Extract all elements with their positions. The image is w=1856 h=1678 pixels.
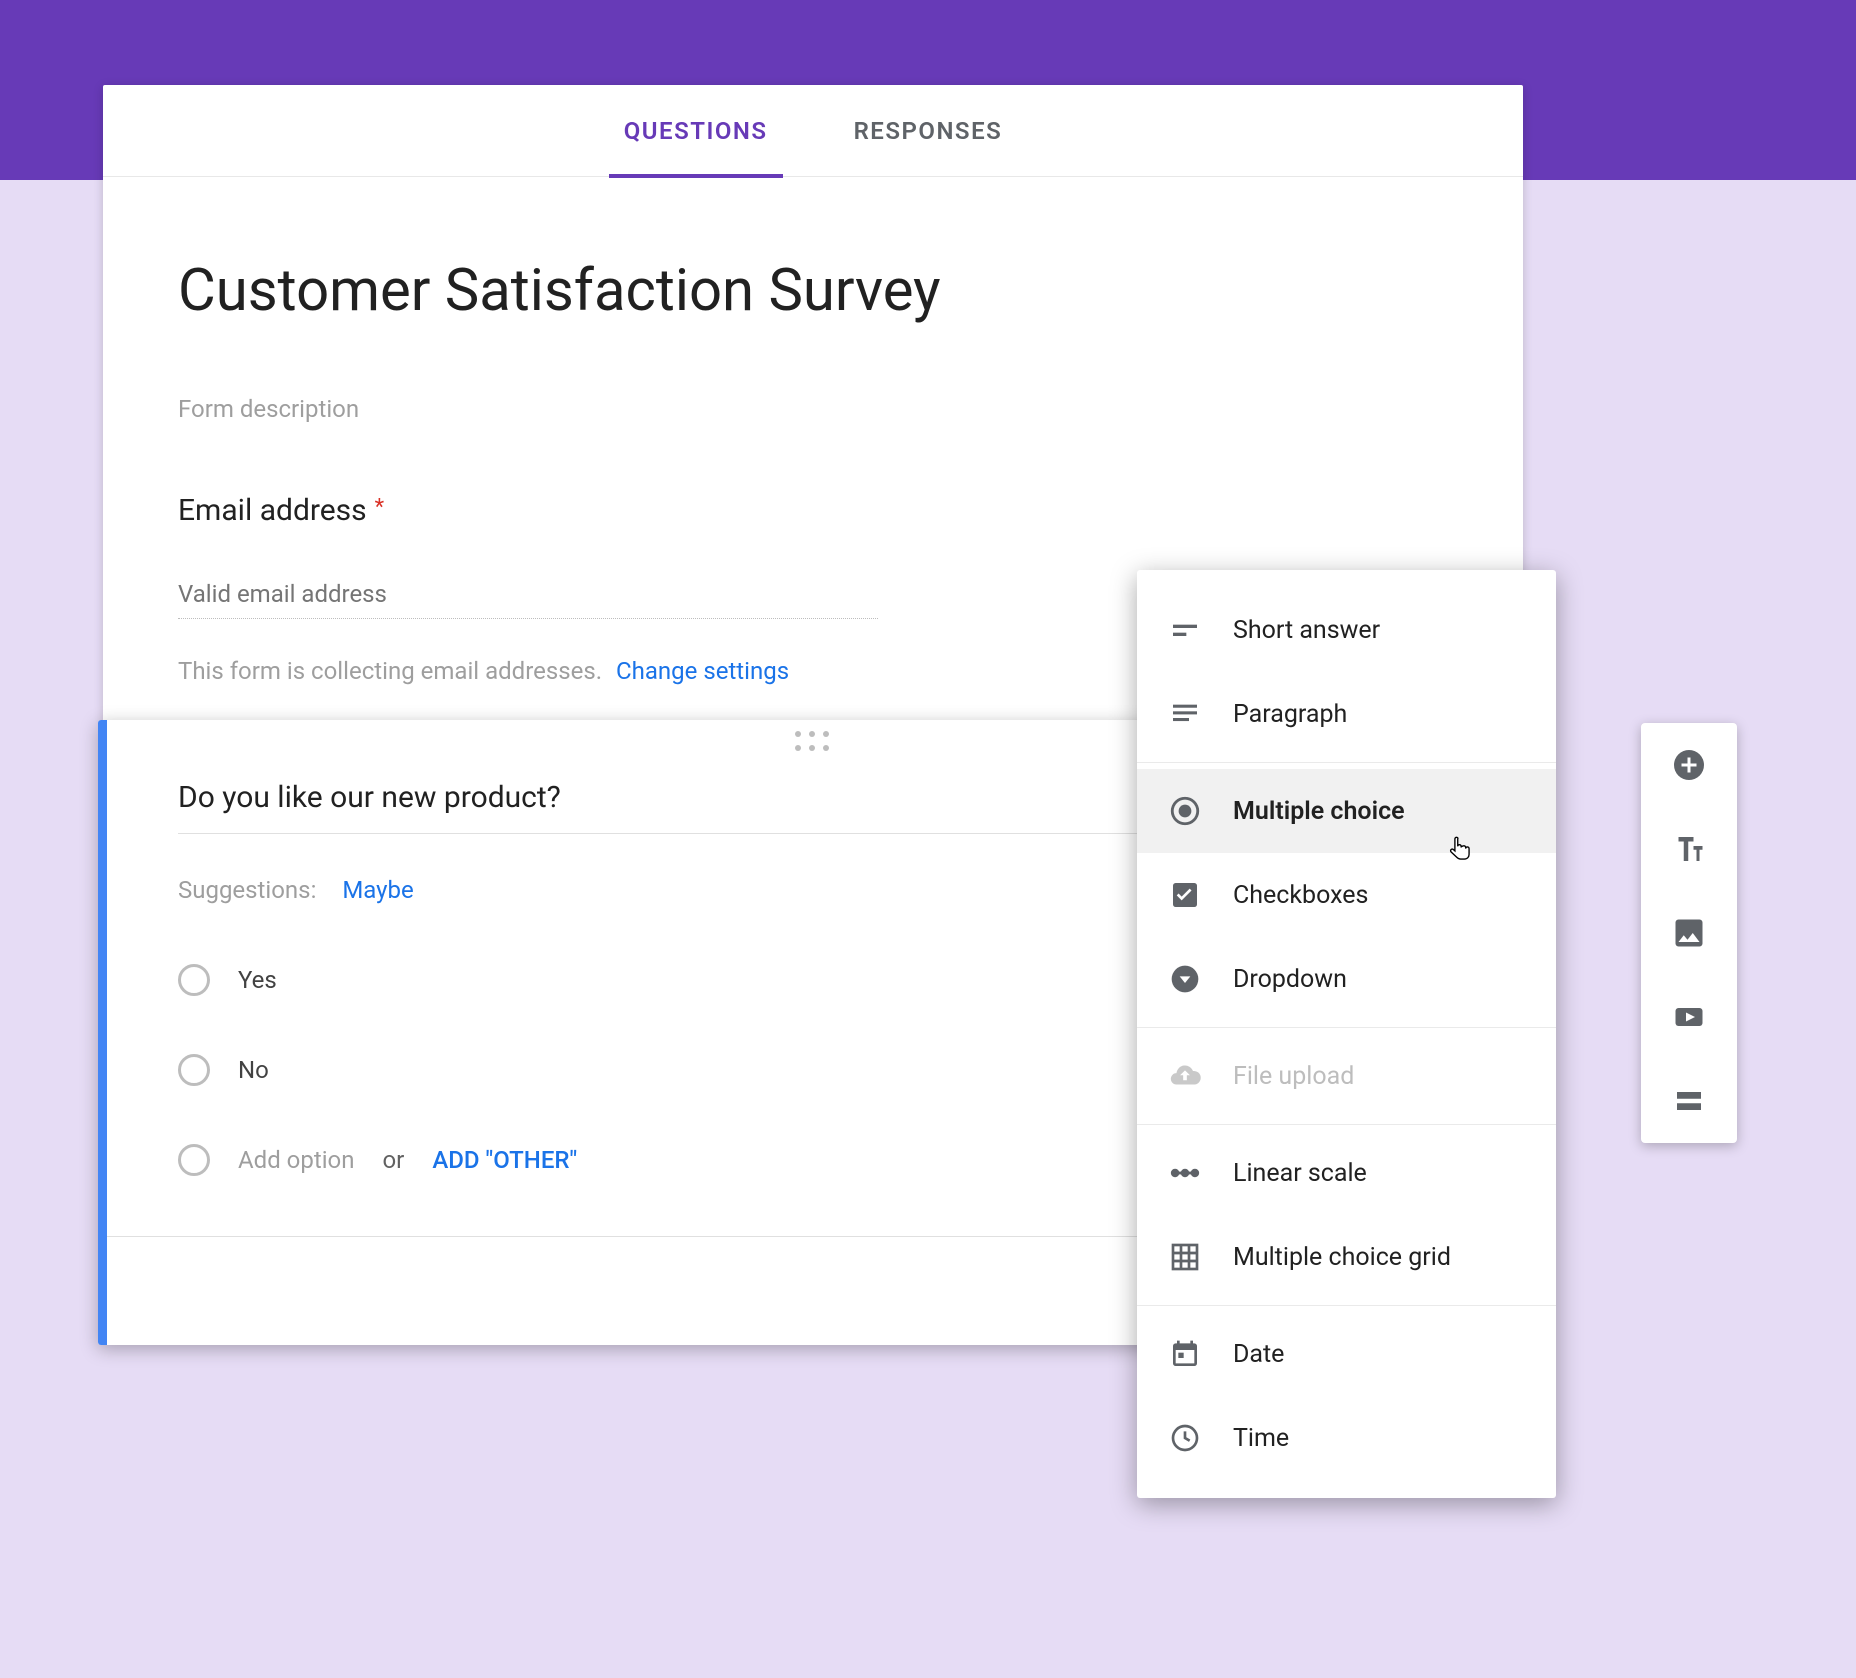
or-text: or xyxy=(382,1146,404,1174)
question-type-dropdown: Short answer Paragraph Multiple choice C… xyxy=(1137,570,1556,1498)
calendar-icon xyxy=(1167,1336,1203,1372)
radio-selected-icon xyxy=(1167,793,1203,829)
text-icon xyxy=(1671,831,1707,867)
type-file-upload: File upload xyxy=(1137,1034,1556,1118)
floating-toolbar xyxy=(1641,723,1737,1143)
suggestions-label: Suggestions: xyxy=(178,876,316,904)
paragraph-icon xyxy=(1167,696,1203,732)
tabs-bar: QUESTIONS RESPONSES xyxy=(103,85,1523,177)
image-icon xyxy=(1671,915,1707,951)
type-label: File upload xyxy=(1233,1062,1354,1091)
type-linear-scale[interactable]: Linear scale xyxy=(1137,1131,1556,1215)
radio-icon xyxy=(178,1144,210,1176)
change-settings-link[interactable]: Change settings xyxy=(616,657,789,685)
type-label: Checkboxes xyxy=(1233,881,1368,910)
email-note-text: This form is collecting email addresses. xyxy=(178,657,602,685)
add-other-button[interactable]: ADD "OTHER" xyxy=(432,1146,577,1174)
cloud-upload-icon xyxy=(1167,1058,1203,1094)
tab-questions[interactable]: QUESTIONS xyxy=(621,85,771,177)
type-label: Linear scale xyxy=(1233,1159,1367,1188)
section-icon xyxy=(1671,1083,1707,1119)
type-checkboxes[interactable]: Checkboxes xyxy=(1137,853,1556,937)
add-question-button[interactable] xyxy=(1669,745,1709,785)
add-option-input[interactable]: Add option xyxy=(238,1146,354,1174)
add-section-button[interactable] xyxy=(1669,1081,1709,1121)
type-date[interactable]: Date xyxy=(1137,1312,1556,1396)
type-short-answer[interactable]: Short answer xyxy=(1137,588,1556,672)
dropdown-icon xyxy=(1167,961,1203,997)
type-label: Short answer xyxy=(1233,616,1380,645)
question-accent-bar xyxy=(98,720,107,1345)
type-mcq-grid[interactable]: Multiple choice grid xyxy=(1137,1215,1556,1299)
add-title-button[interactable] xyxy=(1669,829,1709,869)
short-answer-icon xyxy=(1167,612,1203,648)
radio-icon xyxy=(178,1054,210,1086)
type-label: Paragraph xyxy=(1233,700,1347,729)
linear-scale-icon xyxy=(1167,1155,1203,1191)
menu-separator xyxy=(1137,762,1556,763)
video-icon xyxy=(1671,999,1707,1035)
checkbox-icon xyxy=(1167,877,1203,913)
option-label[interactable]: Yes xyxy=(238,966,277,994)
grid-icon xyxy=(1167,1239,1203,1275)
type-label: Multiple choice xyxy=(1233,797,1405,826)
suggestion-maybe[interactable]: Maybe xyxy=(342,876,413,904)
plus-circle-icon xyxy=(1671,747,1707,783)
type-multiple-choice[interactable]: Multiple choice xyxy=(1137,769,1556,853)
type-paragraph[interactable]: Paragraph xyxy=(1137,672,1556,756)
type-label: Time xyxy=(1233,1424,1289,1453)
type-dropdown[interactable]: Dropdown xyxy=(1137,937,1556,1021)
menu-separator xyxy=(1137,1027,1556,1028)
add-video-button[interactable] xyxy=(1669,997,1709,1037)
form-title[interactable]: Customer Satisfaction Survey xyxy=(178,257,1448,325)
email-label-text: Email address xyxy=(178,493,367,528)
type-label: Multiple choice grid xyxy=(1233,1243,1451,1272)
menu-separator xyxy=(1137,1305,1556,1306)
type-label: Date xyxy=(1233,1340,1284,1369)
email-input[interactable] xyxy=(178,566,878,619)
form-description[interactable]: Form description xyxy=(178,395,1448,423)
option-label[interactable]: No xyxy=(238,1056,269,1084)
tab-responses[interactable]: RESPONSES xyxy=(851,85,1006,177)
drag-handle-icon xyxy=(795,731,831,753)
radio-icon xyxy=(178,964,210,996)
type-label: Dropdown xyxy=(1233,965,1347,994)
add-image-toolbar-button[interactable] xyxy=(1669,913,1709,953)
required-star-icon: * xyxy=(375,495,384,520)
clock-icon xyxy=(1167,1420,1203,1456)
menu-separator xyxy=(1137,1124,1556,1125)
type-time[interactable]: Time xyxy=(1137,1396,1556,1480)
email-label: Email address * xyxy=(178,493,1448,528)
